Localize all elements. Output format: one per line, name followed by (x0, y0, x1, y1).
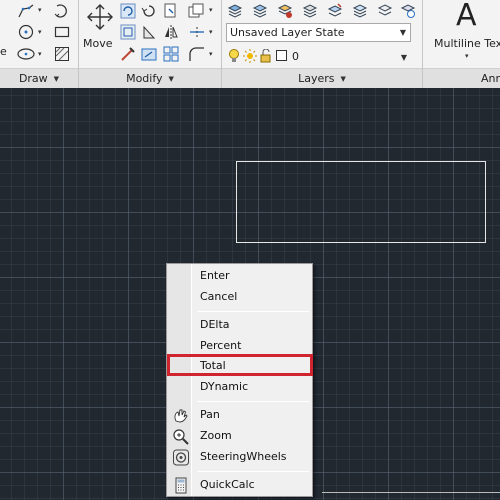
drawn-line[interactable] (322, 492, 500, 493)
trim-button[interactable] (139, 2, 159, 20)
menu-item-quickcalc[interactable]: QuickCalc (168, 476, 312, 495)
drawn-rectangle[interactable] (236, 161, 486, 243)
layer-unisolate-icon[interactable] (398, 2, 418, 20)
polyline-button[interactable] (16, 2, 36, 20)
layer-freeze-icon[interactable] (350, 2, 370, 20)
draw-panel: e ▾ ▾ ▾ Draw ▼ (0, 0, 78, 88)
layer-isolate-icon[interactable] (275, 2, 295, 20)
chevron-down-icon: ▼ (168, 75, 174, 83)
highlight-box (167, 354, 313, 376)
menu-separator (197, 311, 309, 312)
chevron-down-icon: ▼ (400, 53, 407, 62)
move-button-label[interactable]: Move (83, 37, 113, 50)
chevron-down-icon: ▼ (340, 75, 346, 83)
chevron-down-icon[interactable]: ▾ (209, 6, 213, 14)
array-button[interactable] (161, 45, 181, 63)
menu-item-steering-wheels[interactable]: SteeringWheels (168, 448, 312, 467)
circle-button[interactable] (16, 23, 36, 41)
rotate-button[interactable] (118, 2, 138, 20)
hatch-button[interactable] (52, 45, 72, 63)
menu-separator (197, 471, 309, 472)
modify-panel-label[interactable]: Modify ▼ (79, 68, 221, 88)
chamfer-button[interactable] (187, 45, 207, 63)
lightbulb-icon (229, 49, 239, 62)
zoom-icon (173, 429, 189, 445)
menu-item-dynamic[interactable]: DYnamic (168, 378, 312, 397)
context-menu: Enter Cancel DElta Percent Total DYnamic… (166, 263, 313, 497)
layers-panel: Unsaved Layer State ▼ 0 ▼ Layers ▼ (222, 0, 422, 88)
steering-wheels-icon (173, 449, 189, 466)
layer-match-icon[interactable] (325, 2, 345, 20)
layer-walk-icon[interactable] (375, 2, 395, 20)
color-swatch (276, 50, 287, 61)
layer-properties-icon[interactable] (225, 2, 245, 20)
layer-state-dropdown[interactable]: Unsaved Layer State ▼ (226, 23, 411, 42)
layer-dropdown[interactable]: 0 ▼ (226, 47, 411, 66)
menu-item-zoom[interactable]: Zoom (168, 427, 312, 446)
multiline-text-icon[interactable]: A (456, 0, 477, 33)
fillet-button[interactable] (139, 23, 159, 41)
layer-state-icon[interactable] (250, 2, 270, 20)
chevron-down-icon[interactable]: ▾ (38, 50, 42, 58)
pan-icon (174, 409, 188, 423)
chevron-down-icon[interactable]: ▾ (209, 50, 213, 58)
mirror-tool-button[interactable] (161, 23, 181, 41)
explode-button[interactable] (187, 23, 207, 41)
draw-panel-label[interactable]: Draw ▼ (0, 68, 78, 88)
multiline-text-label[interactable]: Multiline Text (434, 37, 500, 50)
draw-clipped-text: e (0, 45, 7, 58)
menu-item-cancel[interactable]: Cancel (168, 288, 312, 307)
chevron-down-icon[interactable]: ▾ (209, 28, 213, 36)
ellipse-button[interactable] (16, 45, 36, 63)
menu-item-enter[interactable]: Enter (168, 267, 312, 286)
layers-panel-label[interactable]: Layers ▼ (222, 68, 422, 88)
modify-panel: Move ▾ ▾ ▾ Modify ▼ (79, 0, 221, 88)
menu-separator (197, 401, 309, 402)
chevron-down-icon: ▼ (53, 75, 60, 83)
calculator-icon (175, 477, 187, 494)
layer-state-value: Unsaved Layer State (230, 26, 345, 39)
annotation-panel-label[interactable]: Ann (423, 68, 500, 88)
annotation-panel: A Multiline Text ▾ Ann (423, 0, 500, 88)
layer-off-icon[interactable] (300, 2, 320, 20)
chevron-down-icon[interactable]: ▾ (38, 6, 42, 14)
mirror-button[interactable] (118, 23, 138, 41)
menu-item-pan[interactable]: Pan (168, 406, 312, 425)
unlock-icon (260, 49, 271, 63)
rectangle-button[interactable] (52, 23, 72, 41)
current-layer-name: 0 (292, 50, 299, 63)
menu-item-delta[interactable]: DElta (168, 316, 312, 335)
stretch-button[interactable] (118, 45, 138, 63)
copy-button[interactable] (161, 2, 181, 20)
scale-button[interactable] (139, 45, 159, 63)
arc-button[interactable] (52, 2, 72, 20)
chevron-down-icon[interactable]: ▾ (38, 28, 42, 36)
ribbon: e ▾ ▾ ▾ Draw ▼ Move ▾ ▾ ▾ Modify ▼ Unsav… (0, 0, 500, 88)
chevron-down-icon: ▼ (399, 28, 406, 37)
move-icon[interactable] (86, 3, 114, 31)
chevron-down-icon[interactable]: ▾ (465, 52, 469, 60)
offset-button[interactable] (187, 2, 207, 20)
sun-icon (243, 49, 257, 63)
